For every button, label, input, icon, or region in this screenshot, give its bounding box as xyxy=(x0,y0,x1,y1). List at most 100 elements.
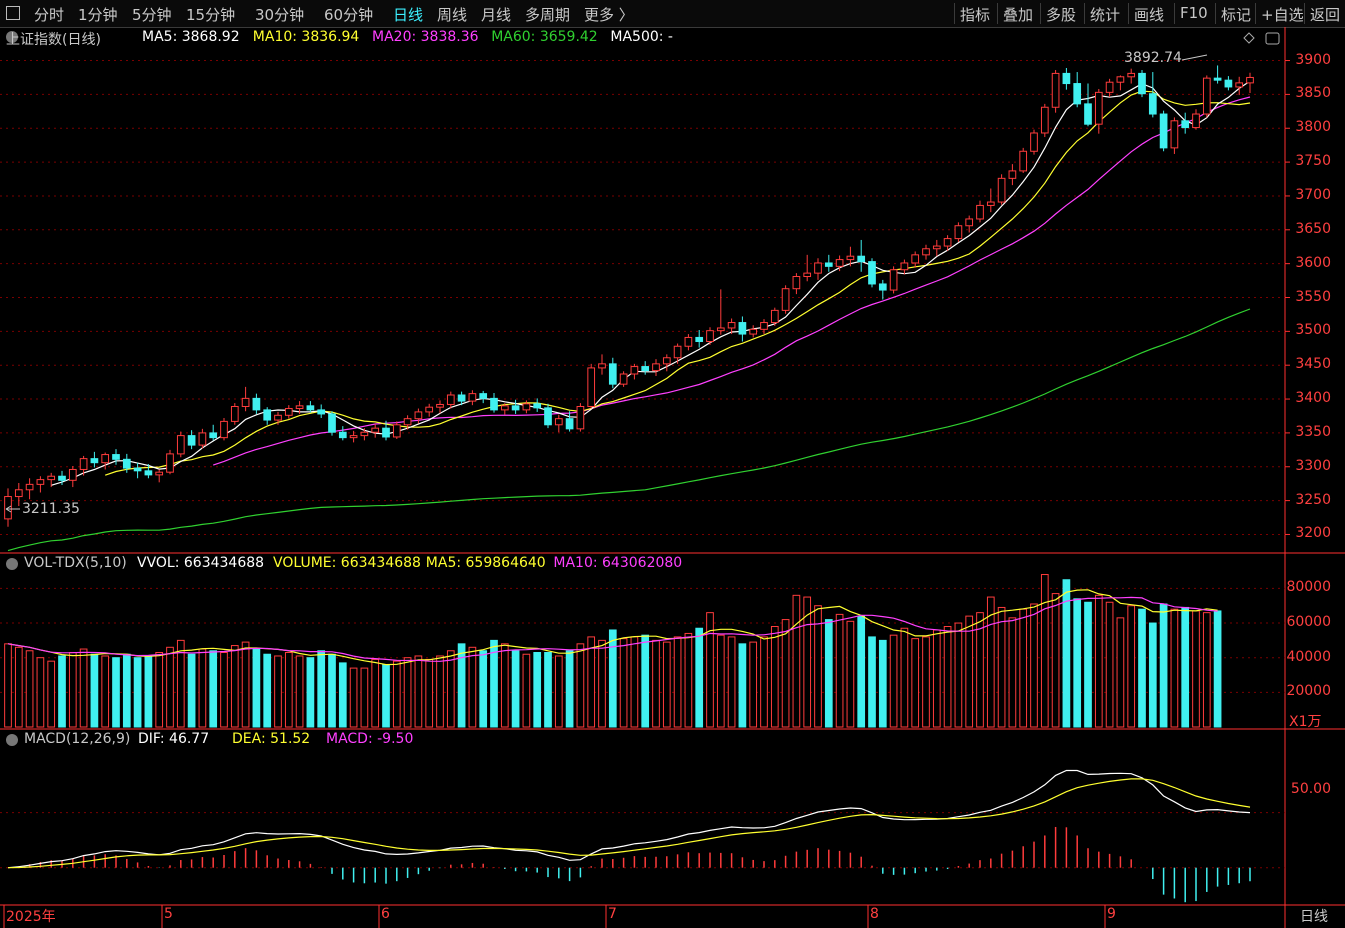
toolbar-button-6[interactable]: 标记 xyxy=(1221,4,1251,25)
toolbar-button-7[interactable]: +自选 xyxy=(1261,4,1304,25)
volume-bar xyxy=(1170,608,1179,728)
candle-body xyxy=(965,218,974,227)
vol-labels-item: VVOL: 663434688 xyxy=(137,555,265,571)
toolbar-button-8[interactable]: 返回 xyxy=(1310,4,1340,25)
volume-bar xyxy=(392,660,401,728)
candle-body xyxy=(360,431,369,437)
candle-body xyxy=(1170,120,1179,149)
vol-labels-item: MA10: 643062080 xyxy=(553,555,683,571)
candle-body xyxy=(598,363,606,369)
macd-labels-item: DEA: 51.52 xyxy=(232,731,311,747)
candle-body xyxy=(230,406,239,422)
candle-body xyxy=(986,201,995,206)
toolbar-button-4[interactable]: 画线 xyxy=(1134,4,1164,25)
period-tab-5[interactable]: 60分钟 xyxy=(324,4,373,25)
volume-bar xyxy=(122,653,131,728)
dif-line xyxy=(7,769,1251,869)
volume-bar xyxy=(306,657,315,728)
volume-bar xyxy=(857,615,866,728)
toolbar-button-2[interactable]: 多股 xyxy=(1046,4,1076,25)
toolbar: 分时 1分钟 5分钟 15分钟 30分钟 60分钟 日线 周线 月线 多周期 更多 〉 指标 叠加 多股统… xyxy=(0,0,1345,28)
volume-bar xyxy=(1148,622,1157,728)
volume-bar xyxy=(673,636,682,728)
volume-bar xyxy=(868,636,876,728)
candle-body xyxy=(328,413,336,433)
volume-bar xyxy=(425,658,434,728)
volume-tick-label: 80000 xyxy=(1286,579,1331,596)
candle-body xyxy=(241,397,250,408)
period-tab-9[interactable]: 多周期 xyxy=(525,4,570,25)
toolbar-button-5[interactable]: F10 xyxy=(1180,4,1208,22)
volume-bar xyxy=(695,627,704,728)
volume-bar xyxy=(446,650,455,728)
period-tab-10[interactable]: 更多 〉 xyxy=(584,4,634,25)
volume-bar xyxy=(1073,598,1082,728)
candle-body xyxy=(1116,76,1125,83)
toolbar-button-0[interactable]: 指标 xyxy=(960,4,990,25)
volume-bar xyxy=(922,636,930,728)
date-tick-label: 6 xyxy=(381,906,390,922)
period-tab-1[interactable]: 1分钟 xyxy=(78,4,118,25)
candle-body xyxy=(490,397,498,411)
candle-body xyxy=(1008,170,1017,179)
period-tab-3[interactable]: 15分钟 xyxy=(186,4,235,25)
candle-body xyxy=(868,261,876,285)
candle-body xyxy=(652,363,660,372)
price-tick-label: 3250 xyxy=(1295,491,1331,508)
candle-body xyxy=(943,238,952,247)
volume-bar xyxy=(382,664,390,728)
candle-body xyxy=(1202,77,1211,115)
candle-body xyxy=(1127,72,1136,78)
candle-body xyxy=(263,409,272,421)
volume-bar xyxy=(1159,603,1168,728)
candle-body xyxy=(500,405,509,411)
volume-bar xyxy=(824,619,833,728)
volume-bar xyxy=(479,650,488,728)
candle-body xyxy=(144,470,153,476)
candle-body xyxy=(36,479,45,485)
date-tick-label: 5 xyxy=(164,906,173,922)
toolbar-button-3[interactable]: 统计 xyxy=(1090,4,1120,25)
volume-bar xyxy=(436,655,444,728)
period-tab-7[interactable]: 周线 xyxy=(437,4,467,25)
volume-bar xyxy=(1105,601,1114,728)
candle-body xyxy=(889,269,898,291)
volume-bar xyxy=(4,643,12,728)
candle-body xyxy=(544,407,552,426)
volume-bar xyxy=(511,650,520,728)
ma5-line xyxy=(51,80,1251,486)
volume-tick-label: 40000 xyxy=(1286,648,1331,665)
panel-icon xyxy=(1265,32,1280,45)
candle-body xyxy=(1224,79,1233,88)
macd-panel xyxy=(7,769,1251,903)
vol-labels-item: VOLUME: 663434688 xyxy=(273,555,421,571)
candle-body xyxy=(1148,93,1157,115)
ma-labels-item: MA5: 3868.92 xyxy=(142,29,240,45)
ma-labels-item: MA20: 3838.36 xyxy=(372,29,479,45)
candle-body xyxy=(371,427,380,433)
period-tab-0[interactable]: 分时 xyxy=(34,4,64,25)
period-tab-4[interactable]: 30分钟 xyxy=(255,4,304,25)
candle-body xyxy=(382,427,390,438)
volume-bar xyxy=(371,658,380,728)
candle-body xyxy=(1073,83,1082,105)
window-menu-icon[interactable] xyxy=(6,6,20,20)
toolbar-button-1[interactable]: 叠加 xyxy=(1003,4,1033,25)
toolbar-separator xyxy=(1174,3,1175,24)
period-tab-8[interactable]: 月线 xyxy=(481,4,511,25)
price-tick-label: 3900 xyxy=(1295,51,1331,68)
volume-bar xyxy=(176,639,185,728)
date-tick-label: 8 xyxy=(870,906,879,922)
macd-labels-item: MACD: -9.50 xyxy=(326,731,414,747)
volume-bar xyxy=(500,643,509,728)
stock-chart xyxy=(0,27,1345,928)
volume-bar xyxy=(90,653,99,728)
candle-body xyxy=(349,435,358,439)
period-tab-6[interactable]: 日线 xyxy=(393,4,423,25)
period-tab-2[interactable]: 5分钟 xyxy=(132,4,172,25)
toolbar-separator xyxy=(1040,3,1041,24)
volume-bar xyxy=(727,636,736,728)
candle-body xyxy=(522,403,531,411)
price-tick-label: 3300 xyxy=(1295,457,1331,474)
volume-bar xyxy=(166,646,174,728)
